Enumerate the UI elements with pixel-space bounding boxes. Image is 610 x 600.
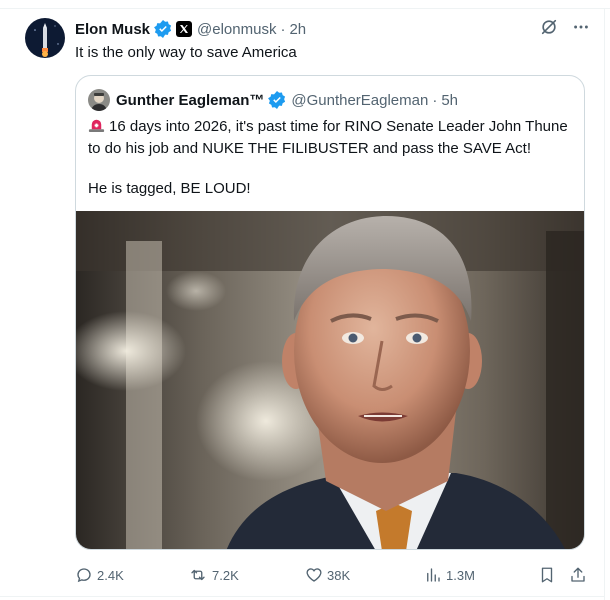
quoted-author-name[interactable]: Gunther Eagleman™ <box>116 92 264 109</box>
views-icon <box>427 568 440 582</box>
quoted-author-avatar[interactable] <box>88 89 110 111</box>
repost-count: 7.2K <box>212 567 239 583</box>
author-name[interactable]: Elon Musk <box>75 21 150 38</box>
repost-button[interactable]: 7.2K <box>188 566 239 584</box>
grok-icon[interactable] <box>540 18 558 36</box>
views-button[interactable]: 1.3M <box>424 566 475 584</box>
tweet-text: It is the only way to save America <box>75 44 297 61</box>
quoted-tweet-header: Gunther Eagleman™ @GuntherEagleman · 5h <box>88 88 458 112</box>
tweet-action-bar: 2.4K 7.2K 38K 1.3M <box>75 564 595 586</box>
bookmark-button[interactable] <box>538 566 560 584</box>
views-count: 1.3M <box>446 567 475 583</box>
bookmark-icon <box>541 567 553 583</box>
repost-icon <box>191 569 205 581</box>
siren-emoji-icon <box>88 116 105 139</box>
like-button[interactable]: 38K <box>305 566 350 584</box>
author-avatar[interactable] <box>25 18 65 58</box>
heart-icon <box>306 568 322 582</box>
quoted-media-photo[interactable] <box>76 211 584 549</box>
quoted-tweet-card[interactable]: Gunther Eagleman™ @GuntherEagleman · 5h … <box>75 75 585 550</box>
reply-count: 2.4K <box>97 567 124 583</box>
verified-badge-icon[interactable] <box>154 20 172 38</box>
tweet-header: Elon Musk @elonmusk · 2h <box>75 18 306 40</box>
x-affiliate-icon[interactable] <box>176 21 193 37</box>
share-button[interactable] <box>569 566 591 584</box>
author-handle[interactable]: @elonmusk <box>197 21 276 38</box>
tweet-top-actions <box>540 18 590 36</box>
share-icon <box>571 567 585 582</box>
reply-button[interactable]: 2.4K <box>75 566 124 584</box>
right-divider <box>604 8 605 600</box>
verified-badge-icon[interactable] <box>268 91 286 109</box>
quoted-tweet-time[interactable]: 5h <box>441 92 458 109</box>
quoted-text-line1: 16 days into 2026, it's past time for RI… <box>88 118 568 157</box>
reply-icon <box>77 568 91 583</box>
bottom-divider <box>0 596 605 597</box>
separator-dot: · <box>432 91 438 109</box>
quoted-text-line2: He is tagged, BE LOUD! <box>88 180 251 197</box>
separator-dot: · <box>280 20 286 38</box>
tweet-time[interactable]: 2h <box>289 21 306 38</box>
like-count: 38K <box>327 567 351 583</box>
quoted-author-handle[interactable]: @GuntherEagleman <box>291 92 428 109</box>
more-icon[interactable] <box>572 18 590 36</box>
quoted-tweet-text: 16 days into 2026, it's past time for RI… <box>88 116 576 199</box>
top-divider <box>0 8 610 9</box>
